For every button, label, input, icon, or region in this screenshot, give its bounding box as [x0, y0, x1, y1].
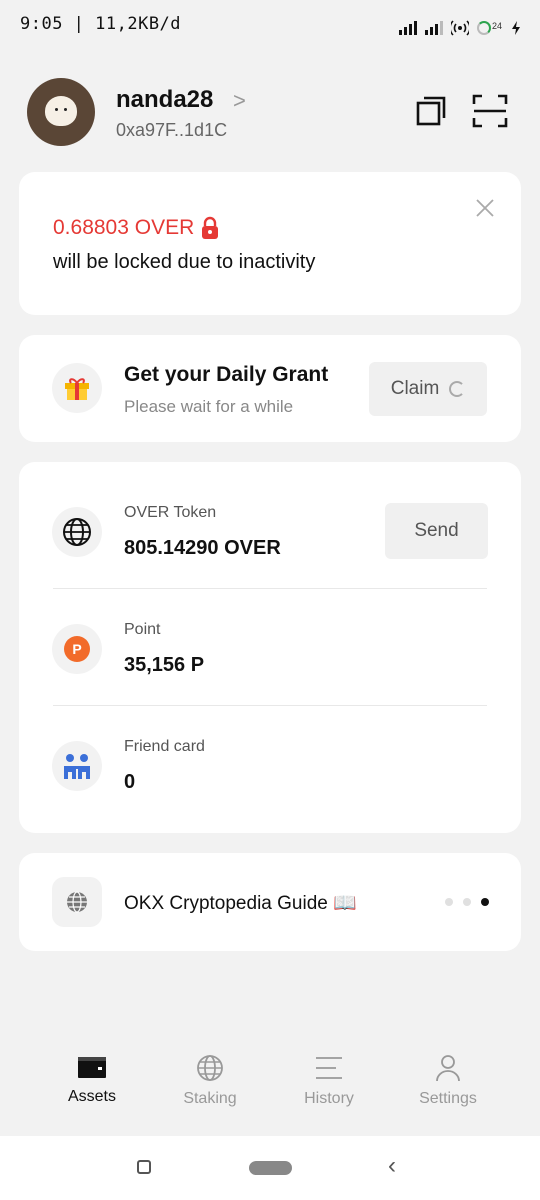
asset-row-point[interactable]: P Point 35,156 P	[19, 589, 521, 706]
carousel-dot-active[interactable]	[481, 898, 489, 906]
nav-settings[interactable]: Settings	[393, 1054, 503, 1108]
asset-value: 805.14290 OVER	[124, 537, 281, 559]
lock-notice-card: 0.68803 OVER will be locked due to inact…	[19, 172, 521, 315]
lock-amount: 0.68803 OVER	[53, 216, 195, 239]
hotspot-icon	[450, 20, 469, 36]
wallet-icon	[78, 1057, 106, 1078]
nav-history[interactable]: History	[274, 1054, 384, 1108]
status-bar: 9:05 | 11,2KB/d 24	[0, 0, 540, 56]
carousel-dot[interactable]	[463, 898, 471, 906]
charging-icon	[512, 21, 520, 35]
battery-level: 24	[491, 21, 502, 31]
carousel-dots[interactable]	[445, 898, 489, 906]
globe-icon-wrap	[52, 507, 102, 557]
account-header: nanda28 > 0xa97F..1d1C	[0, 76, 540, 148]
point-coin-icon: P	[64, 636, 90, 662]
nav-label: Settings	[419, 1090, 477, 1107]
user-icon	[436, 1055, 460, 1082]
carousel-dot[interactable]	[445, 898, 453, 906]
nav-label: Assets	[67, 1088, 116, 1105]
nav-label: Staking	[183, 1090, 237, 1107]
daily-grant-card: Get your Daily Grant Please wait for a w…	[19, 335, 521, 442]
nav-assets[interactable]: Assets	[37, 1054, 147, 1106]
guide-icon-wrap	[52, 877, 102, 927]
gift-icon-wrap	[52, 363, 102, 413]
recent-apps-button[interactable]	[137, 1160, 151, 1174]
guide-card[interactable]: OKX Cryptopedia Guide 📖	[19, 853, 521, 951]
signal-icon	[424, 21, 443, 35]
scan-icon[interactable]	[472, 94, 508, 128]
gift-icon	[65, 378, 89, 400]
send-button[interactable]: Send	[385, 503, 488, 559]
nav-label: History	[304, 1090, 354, 1107]
nav-staking[interactable]: Staking	[155, 1054, 265, 1108]
friends-icon	[64, 754, 90, 779]
guide-title: OKX Cryptopedia Guide 📖	[124, 893, 357, 914]
asset-row-over-token[interactable]: OVER Token 805.14290 OVER Send	[19, 462, 521, 579]
claim-label: Claim	[390, 378, 440, 399]
asset-label: Friend card	[124, 738, 205, 755]
status-time: 9:05 | 11,2KB/d	[20, 14, 182, 34]
avatar[interactable]	[27, 78, 95, 146]
bottom-nav: Assets Staking History Settings	[0, 1040, 540, 1130]
lock-icon	[202, 216, 219, 239]
globe-icon	[63, 518, 91, 546]
lock-amount-row: 0.68803 OVER	[53, 216, 220, 240]
asset-value: 35,156 P	[124, 654, 205, 676]
copy-icon[interactable]	[414, 94, 448, 128]
assets-card: OVER Token 805.14290 OVER Send P Point 3…	[19, 462, 521, 833]
daily-grant-title: Get your Daily Grant	[124, 363, 329, 386]
loading-spinner-icon	[449, 381, 466, 397]
asset-label: OVER Token	[124, 504, 217, 521]
username[interactable]: nanda28	[116, 86, 213, 114]
lock-message: will be locked due to inactivity	[53, 251, 316, 273]
claim-button[interactable]: Claim	[369, 362, 487, 416]
globe-icon	[67, 891, 87, 913]
point-icon-wrap: P	[52, 624, 102, 674]
system-nav-bar: ‹	[0, 1136, 540, 1200]
back-button[interactable]: ‹	[388, 1152, 396, 1180]
point-coin-letter: P	[72, 641, 81, 657]
asset-value: 0	[124, 771, 136, 793]
friends-icon-wrap	[52, 741, 102, 791]
status-icons: 24	[398, 20, 522, 36]
asset-label: Point	[124, 621, 161, 638]
list-icon	[316, 1057, 342, 1079]
globe-icon	[197, 1055, 223, 1081]
battery-indicator: 24	[476, 21, 502, 35]
signal-icon	[398, 21, 417, 35]
chevron-right-icon[interactable]: >	[233, 88, 246, 114]
wallet-address: 0xa97F..1d1C	[116, 120, 228, 140]
daily-grant-subtitle: Please wait for a while	[124, 397, 294, 416]
battery-icon	[476, 21, 491, 35]
close-icon[interactable]	[475, 198, 495, 218]
asset-row-friend-card[interactable]: Friend card 0	[19, 706, 521, 823]
home-button[interactable]	[249, 1161, 292, 1175]
